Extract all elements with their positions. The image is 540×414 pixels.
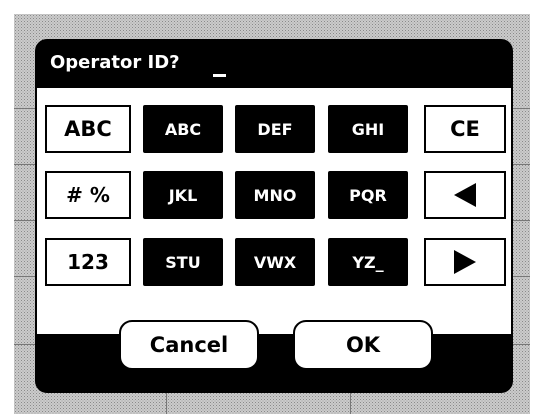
key-def[interactable]: DEF [235,105,315,153]
left-arrow-icon [454,183,476,207]
key-cursor-right[interactable] [424,238,506,286]
right-arrow-icon [454,250,476,274]
cancel-button-label: Cancel [149,333,229,357]
key-ghi[interactable]: GHI [328,105,408,153]
dialog-prompt: Operator ID? [50,52,180,73]
key-jkl[interactable]: JKL [143,171,223,219]
key-mno[interactable]: MNO [235,171,315,219]
key-clear-entry[interactable]: CE [424,105,506,153]
key-yz-space[interactable]: YZ_ [328,238,408,286]
key-label: CE [450,117,480,141]
key-vwx[interactable]: VWX [235,238,315,286]
key-label: VWX [253,252,297,272]
key-label: GHI [351,119,385,139]
key-label: DEF [257,119,293,139]
keypad-panel: ABC ABC DEF GHI CE # % JKL MNO PQR 123 S… [37,88,511,334]
key-label: JKL [168,185,198,205]
key-label: 123 [67,250,109,274]
text-cursor [213,74,226,77]
key-numeric-mode[interactable]: 123 [45,238,131,286]
key-cursor-left[interactable] [424,171,506,219]
key-label: YZ_ [352,252,384,272]
key-label: # % [66,183,110,207]
cancel-button[interactable]: Cancel [119,320,259,370]
key-abc[interactable]: ABC [143,105,223,153]
key-pqr[interactable]: PQR [328,171,408,219]
key-stu[interactable]: STU [143,238,223,286]
ok-button-label: OK [345,333,381,357]
key-abc-mode[interactable]: ABC [45,105,131,153]
key-label: ABC [164,119,202,139]
key-label: STU [165,252,201,272]
key-label: ABC [64,117,112,141]
ok-button[interactable]: OK [293,320,433,370]
key-label: PQR [349,185,387,205]
key-symbols-mode[interactable]: # % [45,171,131,219]
operator-id-dialog: Operator ID? ABC ABC DEF GHI CE # % JKL … [35,39,513,393]
key-label: MNO [253,185,297,205]
